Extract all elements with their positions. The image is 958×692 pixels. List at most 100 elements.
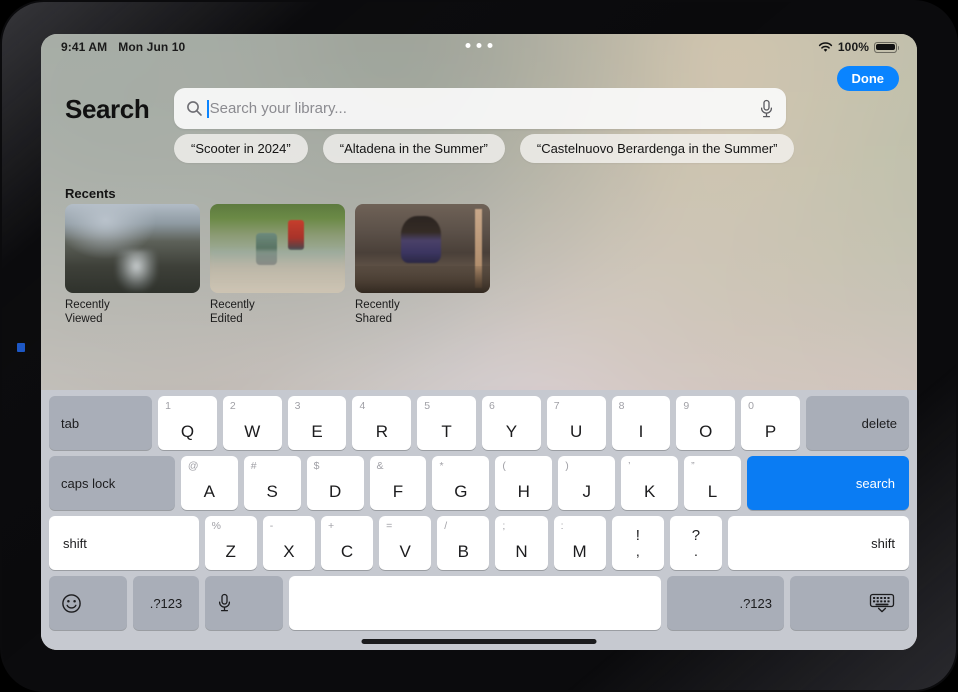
key-caps-lock[interactable]: caps lock [49, 456, 175, 510]
key-alt-label: = [386, 520, 393, 532]
key-tab[interactable]: tab [49, 396, 153, 450]
key-alt-label: # [250, 460, 257, 472]
key-f[interactable]: & F [369, 456, 427, 510]
key-alt-label: 7 [553, 400, 560, 412]
key-alt-label: 3 [294, 400, 301, 412]
onscreen-keyboard: tab 1Q 2W 3E 4R 5T 6Y 7U 8I 9O 0P delete… [41, 390, 917, 650]
key-alt-label: 8 [618, 400, 625, 412]
bezel-blue-marker [17, 343, 25, 352]
key-label: P [764, 422, 777, 441]
key-search-return[interactable]: search [746, 456, 909, 510]
key-label: C [340, 542, 354, 561]
keyboard-row-3: shift % Z -X + C = V / B ; N :M !, ?. shift [46, 516, 912, 570]
recents-item-label: Recently Shared [355, 299, 400, 326]
key-h[interactable]: (H [495, 456, 553, 510]
key-s[interactable]: # S [243, 456, 301, 510]
keyboard-row-4: .?123 .?123 [46, 576, 912, 630]
key-y[interactable]: 6Y [482, 396, 541, 450]
key-n[interactable]: ; N [495, 516, 548, 570]
coast-cliffs-photo[interactable] [65, 204, 200, 293]
key-label: Q [180, 422, 195, 441]
search-input[interactable]: Search your library... [210, 100, 347, 117]
key-t[interactable]: 5T [417, 396, 477, 450]
recents-item-recently-shared[interactable]: Recently Shared [355, 204, 490, 327]
status-bar: 9:41 AM Mon Jun 10 100% [41, 34, 917, 60]
recents-item-recently-viewed[interactable]: Recently Viewed [65, 204, 200, 327]
key-c[interactable]: + C [320, 516, 374, 570]
emoji-smiley-icon[interactable] [49, 576, 127, 630]
key-e[interactable]: 3E [287, 396, 347, 450]
search-suggestion-chips: “Scooter in 2024” “Altadena in the Summe… [174, 134, 795, 163]
key-l[interactable]: ” L [684, 456, 741, 510]
key-label: I [638, 422, 644, 441]
key-alt-label: * [439, 460, 444, 472]
status-bar-right: 100% [818, 40, 900, 54]
key-label: B [457, 542, 469, 561]
key-x[interactable]: -X [262, 516, 315, 570]
key-p[interactable]: 0P [741, 396, 800, 450]
key-g[interactable]: * G [432, 456, 490, 510]
key-label: R [375, 422, 388, 441]
key-numeric-left[interactable]: .?123 [133, 576, 199, 630]
key-dictation-microphone-icon[interactable] [205, 576, 283, 630]
key-label: H [517, 482, 530, 501]
key-m[interactable]: :M [553, 516, 606, 570]
battery-icon [874, 41, 900, 53]
key-z[interactable]: % Z [204, 516, 257, 570]
key-comma-exclamation[interactable]: !, [611, 516, 664, 570]
key-alt-label: 0 [748, 400, 754, 412]
key-spacebar[interactable] [289, 576, 661, 630]
key-q[interactable]: 1Q [158, 396, 217, 450]
key-a[interactable]: @ A [180, 456, 238, 510]
key-label: M [572, 542, 587, 561]
creek-hikers-photo[interactable] [210, 204, 345, 293]
done-button[interactable]: Done [836, 66, 899, 91]
key-label: V [399, 542, 411, 561]
key-w[interactable]: 2W [222, 396, 282, 450]
key-alt-label: 1 [165, 400, 171, 412]
wifi-icon [818, 41, 833, 53]
key-alt-label: : [560, 520, 564, 532]
key-alt-label: % [211, 520, 221, 532]
search-input-area[interactable]: Search your library... [203, 99, 759, 118]
key-alt-label: 5 [424, 400, 431, 412]
key-b[interactable]: / B [437, 516, 490, 570]
suggestion-chip[interactable]: “Castelnuovo Berardenga in the Summer” [519, 134, 795, 163]
key-label: A [203, 482, 215, 501]
key-label: . [694, 543, 698, 559]
recents-section-title: Recents [65, 186, 116, 201]
key-u[interactable]: 7U [546, 396, 606, 450]
key-alt-label: - [269, 520, 274, 532]
recents-item-label: Recently Viewed [65, 299, 110, 326]
key-label: Y [505, 422, 518, 441]
key-i[interactable]: 8I [611, 396, 671, 450]
dismiss-keyboard-icon[interactable] [790, 576, 909, 630]
suggestion-chip[interactable]: “Scooter in 2024” [174, 134, 308, 163]
key-j[interactable]: ) J [558, 456, 616, 510]
page-title: Search [65, 94, 150, 124]
key-d[interactable]: $ D [306, 456, 364, 510]
home-indicator[interactable] [361, 639, 597, 644]
key-o[interactable]: 9O [676, 396, 736, 450]
key-alt-label: 6 [489, 400, 495, 412]
text-cursor [207, 99, 209, 118]
chess-player-photo[interactable] [355, 204, 490, 293]
key-label: L [707, 482, 718, 501]
key-numeric-right[interactable]: .?123 [667, 576, 784, 630]
key-shift-right[interactable]: shift [728, 516, 909, 570]
key-k[interactable]: ’ K [621, 456, 679, 510]
key-label: D [328, 482, 342, 501]
search-field[interactable]: Search your library... [174, 88, 786, 129]
key-shift-left[interactable]: shift [49, 516, 199, 570]
key-period-question[interactable]: ?. [669, 516, 723, 570]
key-v[interactable]: = V [379, 516, 432, 570]
recents-item-recently-edited[interactable]: Recently Edited [210, 204, 345, 327]
key-delete[interactable]: delete [805, 396, 910, 450]
key-label: U [570, 422, 583, 441]
multitasking-dots-icon[interactable] [465, 43, 493, 48]
key-r[interactable]: 4R [352, 396, 412, 450]
status-date: Mon Jun 10 [118, 40, 186, 54]
microphone-icon[interactable] [759, 99, 774, 119]
key-alt-label: ; [502, 520, 506, 532]
suggestion-chip[interactable]: “Altadena in the Summer” [322, 134, 505, 163]
